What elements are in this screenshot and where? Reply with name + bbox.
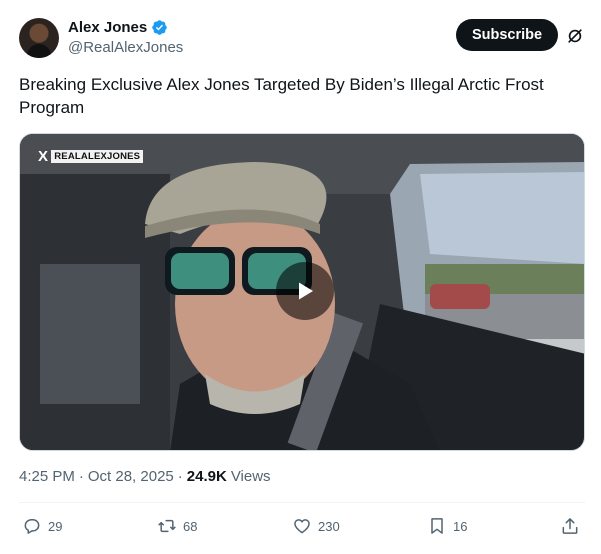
author-name[interactable]: Alex Jones: [68, 19, 147, 36]
heart-icon: [294, 519, 310, 534]
bookmark-count: 16: [453, 518, 468, 534]
subscribe-button[interactable]: Subscribe: [456, 19, 558, 51]
share-button[interactable]: [560, 516, 580, 536]
video-watermark: X REALALEXJONES: [38, 148, 144, 165]
reply-icon: [24, 519, 40, 534]
author-name-row: Alex Jones: [68, 19, 168, 36]
play-button[interactable]: [276, 262, 334, 320]
tweet-header: Alex Jones @RealAlexJones Subscribe: [19, 18, 589, 60]
action-bar: 29 68 230 16: [22, 516, 584, 540]
tweet-time[interactable]: 4:25 PM: [19, 468, 75, 485]
meta-separator: ·: [78, 468, 84, 485]
watermark-text: REALALEXJONES: [51, 150, 144, 163]
meta-separator-2: ·: [177, 468, 183, 485]
reply-button[interactable]: 29: [22, 516, 62, 536]
divider: [19, 502, 585, 503]
play-icon: [299, 282, 313, 300]
reply-count: 29: [48, 518, 63, 534]
video-player[interactable]: X REALALEXJONES: [19, 133, 585, 451]
verified-badge-icon: [152, 20, 167, 35]
views-label: Views: [230, 468, 271, 485]
author-handle[interactable]: @RealAlexJones: [68, 39, 183, 56]
share-icon: [562, 518, 578, 534]
tweet-date[interactable]: Oct 28, 2025: [88, 468, 174, 485]
grok-slash-icon[interactable]: [565, 26, 585, 46]
bookmark-icon: [431, 518, 443, 534]
repost-button[interactable]: 68: [157, 516, 197, 536]
tweet-meta: 4:25 PM · Oct 28, 2025 · 24.9K Views: [19, 468, 271, 485]
watermark-x-logo: X: [38, 148, 49, 165]
like-count: 230: [318, 518, 340, 534]
tweet-text: Breaking Exclusive Alex Jones Targeted B…: [19, 75, 544, 117]
views-count: 24.9K: [186, 468, 227, 485]
bookmark-button[interactable]: 16: [427, 516, 467, 536]
avatar[interactable]: [19, 18, 59, 58]
repost-count: 68: [183, 518, 198, 534]
repost-icon: [158, 519, 176, 533]
like-button[interactable]: 230: [292, 516, 340, 536]
